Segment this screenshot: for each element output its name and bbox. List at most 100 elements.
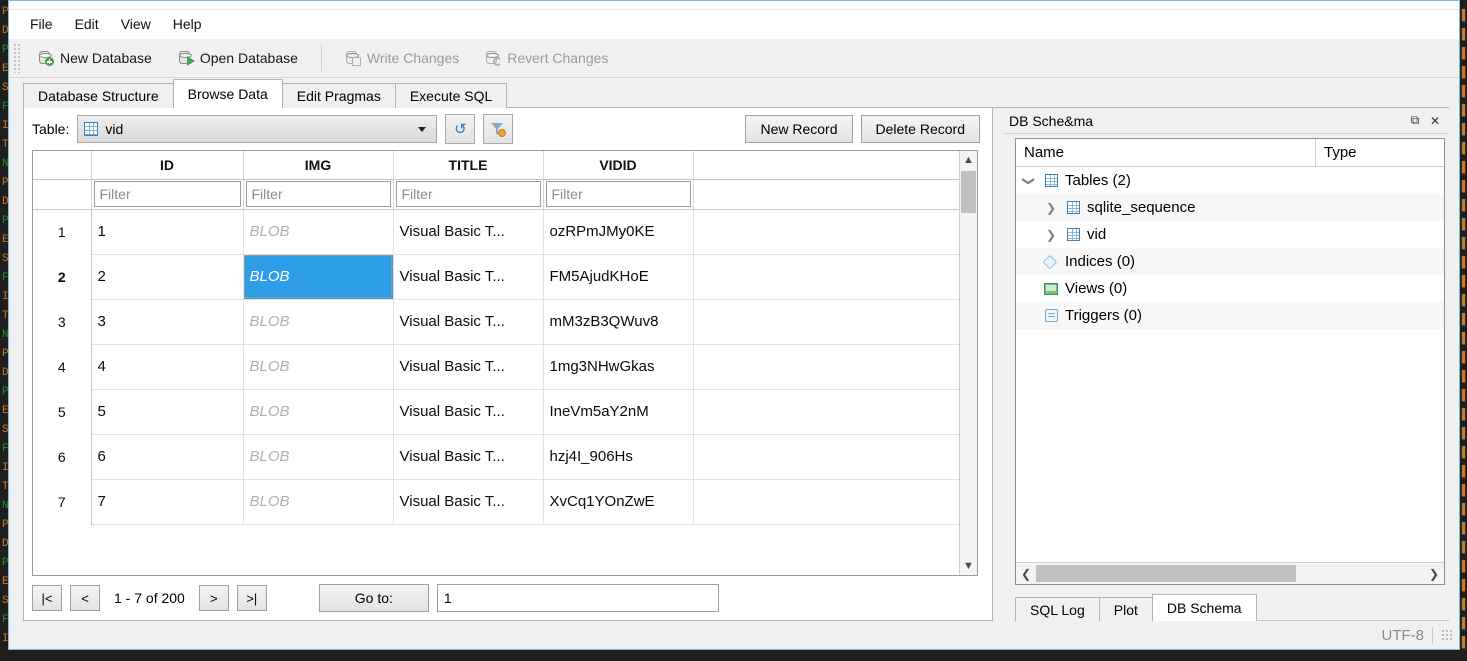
restore-icon[interactable]: ⧉: [1405, 111, 1425, 131]
refresh-button[interactable]: ↺: [445, 114, 475, 144]
cell-img[interactable]: BLOB: [243, 479, 393, 524]
cell-title[interactable]: Visual Basic T...: [393, 299, 543, 344]
tab-edit-pragmas[interactable]: Edit Pragmas: [282, 83, 396, 108]
previous-page-button[interactable]: <: [70, 585, 100, 611]
table-row[interactable]: 77BLOBVisual Basic T...XvCq1YOnZwE: [33, 479, 959, 524]
filter-input-vidid[interactable]: Filter: [546, 181, 691, 207]
table-row[interactable]: 55BLOBVisual Basic T...IneVm5aY2nM: [33, 389, 959, 434]
table-select[interactable]: vid: [77, 115, 437, 143]
cell-id[interactable]: 3: [91, 299, 243, 344]
filter-cell-title[interactable]: Filter: [393, 179, 543, 209]
cell-title[interactable]: Visual Basic T...: [393, 479, 543, 524]
schema-tree-item[interactable]: Views (0): [1016, 275, 1444, 302]
schema-tree-item[interactable]: ❯Tables (2): [1016, 167, 1444, 194]
table-row[interactable]: 66BLOBVisual Basic T...hzj4I_906Hs: [33, 434, 959, 479]
delete-record-button[interactable]: Delete Record: [861, 115, 981, 143]
scroll-thumb[interactable]: [961, 171, 976, 213]
row-header[interactable]: 7: [33, 479, 91, 524]
table-row[interactable]: 11BLOBVisual Basic T...ozRPmJMy0KE: [33, 209, 959, 254]
row-header[interactable]: 6: [33, 434, 91, 479]
schema-tree-item[interactable]: Triggers (0): [1016, 302, 1444, 329]
chevron-right-icon[interactable]: ❯: [1038, 228, 1064, 242]
cell-title[interactable]: Visual Basic T...: [393, 209, 543, 254]
cell-vidid[interactable]: mM3zB3QWuv8: [543, 299, 693, 344]
dock-tab-plot[interactable]: Plot: [1099, 597, 1153, 621]
schema-tree-item[interactable]: ❯sqlite_sequence: [1016, 194, 1444, 221]
filter-cell-id[interactable]: Filter: [91, 179, 243, 209]
cell-vidid[interactable]: hzj4I_906Hs: [543, 434, 693, 479]
open-database-button[interactable]: Open Database: [165, 43, 311, 73]
column-header-vidid[interactable]: VIDID: [543, 151, 693, 179]
menu-help[interactable]: Help: [162, 12, 213, 36]
schema-column-name[interactable]: Name: [1016, 139, 1316, 166]
hscroll-left-icon[interactable]: ❮: [1016, 567, 1036, 581]
cell-vidid[interactable]: ozRPmJMy0KE: [543, 209, 693, 254]
clear-filters-button[interactable]: [483, 114, 513, 144]
cell-vidid[interactable]: XvCq1YOnZwE: [543, 479, 693, 524]
hscroll-thumb[interactable]: [1036, 565, 1296, 582]
cell-img[interactable]: BLOB: [243, 434, 393, 479]
cell-img[interactable]: BLOB: [243, 344, 393, 389]
row-header[interactable]: 4: [33, 344, 91, 389]
hscroll-track[interactable]: [1036, 563, 1424, 584]
resize-grip[interactable]: [1441, 629, 1453, 641]
cell-id[interactable]: 1: [91, 209, 243, 254]
tab-browse-data[interactable]: Browse Data: [173, 79, 283, 108]
scroll-up-icon[interactable]: ▲: [960, 151, 977, 169]
first-page-button[interactable]: |<: [32, 585, 62, 611]
goto-input[interactable]: [437, 584, 719, 612]
table-row[interactable]: 44BLOBVisual Basic T...1mg3NHwGkas: [33, 344, 959, 389]
schema-tree-item[interactable]: ❯vid: [1016, 221, 1444, 248]
row-header[interactable]: 2: [33, 254, 91, 299]
cell-title[interactable]: Visual Basic T...: [393, 254, 543, 299]
column-header-id[interactable]: ID: [91, 151, 243, 179]
schema-column-type[interactable]: Type: [1316, 144, 1444, 161]
grid-vertical-scrollbar[interactable]: ▲ ▼: [959, 151, 977, 575]
goto-button[interactable]: Go to:: [319, 584, 429, 612]
cell-img[interactable]: BLOB: [243, 389, 393, 434]
tab-execute-sql[interactable]: Execute SQL: [395, 83, 508, 108]
scroll-down-icon[interactable]: ▼: [960, 557, 977, 575]
cell-id[interactable]: 6: [91, 434, 243, 479]
table-row[interactable]: 33BLOBVisual Basic T...mM3zB3QWuv8: [33, 299, 959, 344]
schema-tree-item[interactable]: Indices (0): [1016, 248, 1444, 275]
cell-vidid[interactable]: FM5AjudKHoE: [543, 254, 693, 299]
dock-tab-sql-log[interactable]: SQL Log: [1015, 597, 1100, 621]
cell-img[interactable]: BLOB: [243, 299, 393, 344]
cell-id[interactable]: 2: [91, 254, 243, 299]
grid-corner-cell[interactable]: [33, 151, 91, 179]
menu-view[interactable]: View: [110, 12, 162, 36]
chevron-down-icon[interactable]: ❯: [1022, 168, 1036, 194]
column-header-img[interactable]: IMG: [243, 151, 393, 179]
cell-title[interactable]: Visual Basic T...: [393, 344, 543, 389]
last-page-button[interactable]: >|: [237, 585, 267, 611]
cell-id[interactable]: 4: [91, 344, 243, 389]
filter-input-id[interactable]: Filter: [94, 181, 241, 207]
cell-img[interactable]: BLOB: [243, 209, 393, 254]
cell-title[interactable]: Visual Basic T...: [393, 434, 543, 479]
schema-horizontal-scrollbar[interactable]: ❮ ❯: [1016, 562, 1444, 584]
cell-img[interactable]: BLOB: [243, 254, 393, 299]
tab-database-structure[interactable]: Database Structure: [23, 83, 174, 108]
filter-cell-img[interactable]: Filter: [243, 179, 393, 209]
toolbar-drag-handle[interactable]: [13, 43, 21, 73]
row-header[interactable]: 3: [33, 299, 91, 344]
new-record-button[interactable]: New Record: [745, 115, 852, 143]
close-icon[interactable]: ✕: [1425, 111, 1445, 131]
menu-file[interactable]: File: [19, 12, 64, 36]
dock-tab-db-schema[interactable]: DB Schema: [1152, 594, 1257, 621]
column-header-title[interactable]: TITLE: [393, 151, 543, 179]
hscroll-right-icon[interactable]: ❯: [1424, 567, 1444, 581]
filter-input-img[interactable]: Filter: [246, 181, 391, 207]
filter-cell-vidid[interactable]: Filter: [543, 179, 693, 209]
row-header[interactable]: 5: [33, 389, 91, 434]
chevron-right-icon[interactable]: ❯: [1038, 201, 1064, 215]
cell-vidid[interactable]: 1mg3NHwGkas: [543, 344, 693, 389]
table-row[interactable]: 22BLOBVisual Basic T...FM5AjudKHoE: [33, 254, 959, 299]
new-database-button[interactable]: New Database: [25, 43, 165, 73]
cell-id[interactable]: 7: [91, 479, 243, 524]
scroll-track[interactable]: [960, 169, 977, 557]
next-page-button[interactable]: >: [199, 585, 229, 611]
row-header[interactable]: 1: [33, 209, 91, 254]
cell-title[interactable]: Visual Basic T...: [393, 389, 543, 434]
